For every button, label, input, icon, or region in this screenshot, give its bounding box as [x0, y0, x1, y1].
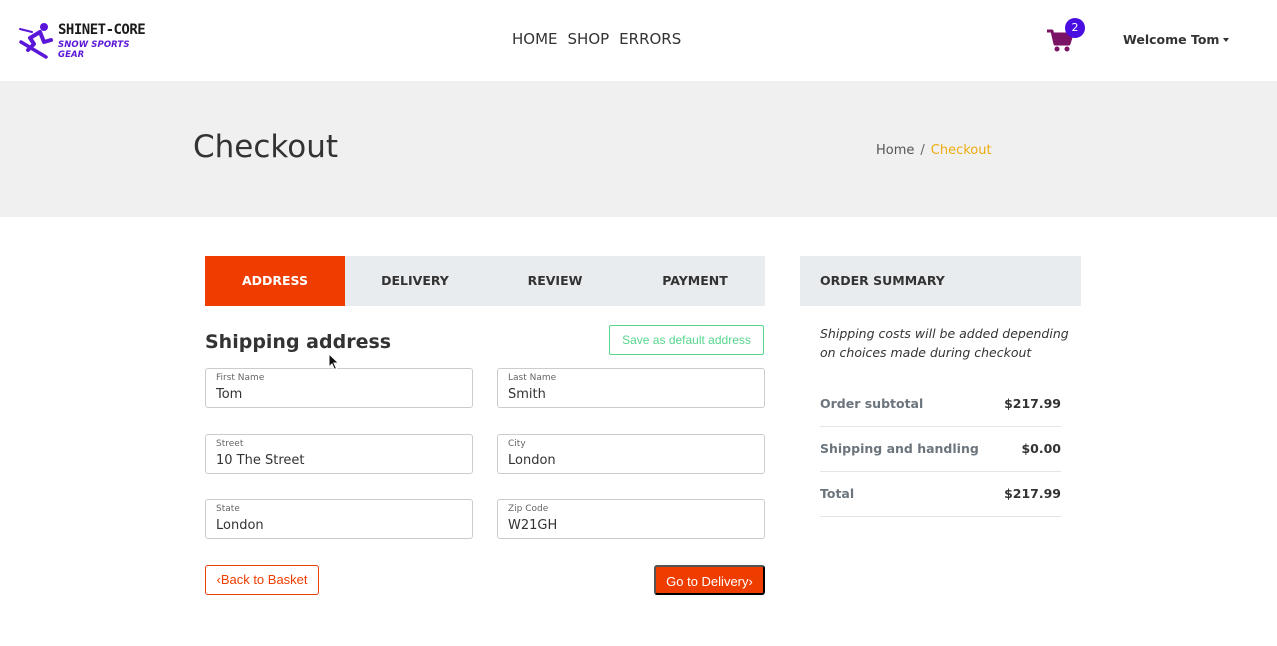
summary-value: $0.00	[1021, 441, 1061, 456]
order-summary-note: Shipping costs will be added depending o…	[820, 326, 1069, 360]
zip-code-value[interactable]: W21GH	[508, 518, 557, 533]
summary-value: $217.99	[1004, 396, 1061, 411]
summary-label: Total	[820, 486, 855, 501]
city-value[interactable]: London	[508, 453, 556, 468]
street-value[interactable]: 10 The Street	[216, 453, 305, 468]
breadcrumb-separator: /	[920, 143, 925, 158]
welcome-text: Welcome Tom	[1123, 32, 1220, 47]
step-delivery-tab[interactable]: DELIVERY	[345, 256, 485, 306]
nav-errors-link[interactable]: ERRORS	[619, 30, 681, 48]
first-name-field[interactable]: First Name Tom	[205, 368, 473, 408]
go-to-delivery-label: Go to Delivery	[666, 574, 749, 589]
order-summary-title: ORDER SUMMARY	[800, 256, 1081, 306]
breadcrumb-home-link[interactable]: Home	[876, 143, 914, 158]
summary-label: Shipping and handling	[820, 441, 979, 456]
city-label: City	[508, 439, 526, 449]
skier-icon	[19, 23, 53, 59]
breadcrumb: Home / Checkout	[876, 143, 992, 158]
nav-shop-link[interactable]: SHOP	[568, 30, 610, 48]
summary-label: Order subtotal	[820, 396, 924, 411]
shipping-address-title: Shipping address	[205, 331, 392, 353]
first-name-label: First Name	[216, 373, 265, 383]
last-name-field[interactable]: Last Name Smith	[497, 368, 765, 408]
step-address-tab[interactable]: ADDRESS	[205, 256, 345, 306]
back-to-basket-button[interactable]: ‹Back to Basket	[205, 565, 319, 595]
user-menu-toggle[interactable]: Welcome Tom	[1123, 32, 1230, 47]
zip-code-label: Zip Code	[508, 504, 549, 514]
breadcrumb-current: Checkout	[930, 143, 992, 158]
checkout-steps: ADDRESS DELIVERY REVIEW PAYMENT	[205, 256, 765, 306]
chevron-right-icon: ›	[748, 574, 753, 589]
cart-count-badge[interactable]: 2	[1065, 18, 1085, 38]
last-name-label: Last Name	[508, 373, 557, 383]
caret-down-icon	[1223, 38, 1230, 42]
street-label: Street	[216, 439, 244, 449]
nav-home-link[interactable]: HOME	[512, 30, 558, 48]
zip-code-field[interactable]: Zip Code W21GH	[497, 499, 765, 539]
navbar: SHINET-CORE SNOW SPORTS GEAR HOME SHOP E…	[0, 0, 1277, 81]
page-title: Checkout	[193, 129, 339, 165]
summary-row-total: Total $217.99	[820, 472, 1061, 517]
save-default-address-button[interactable]: Save as default address	[609, 325, 764, 355]
last-name-value[interactable]: Smith	[508, 387, 546, 402]
brand-logo[interactable]: SHINET-CORE SNOW SPORTS GEAR	[18, 20, 158, 62]
step-payment-tab[interactable]: PAYMENT	[625, 256, 765, 306]
city-field[interactable]: City London	[497, 434, 765, 474]
mouse-cursor-icon	[328, 353, 340, 371]
brand-subtitle: SNOW SPORTS GEAR	[58, 40, 130, 60]
summary-row-shipping: Shipping and handling $0.00	[820, 427, 1061, 472]
step-review-tab[interactable]: REVIEW	[485, 256, 625, 306]
first-name-value[interactable]: Tom	[216, 387, 242, 402]
state-value[interactable]: London	[216, 518, 264, 533]
street-field[interactable]: Street 10 The Street	[205, 434, 473, 474]
page-header: Checkout Home / Checkout	[0, 81, 1277, 217]
main-nav: HOME SHOP ERRORS	[512, 30, 681, 48]
back-to-basket-label: Back to Basket	[220, 572, 308, 587]
summary-row-subtotal: Order subtotal $217.99	[820, 382, 1061, 427]
state-label: State	[216, 504, 240, 514]
go-to-delivery-button[interactable]: Go to Delivery›	[654, 565, 765, 595]
brand-title: SHINET-CORE	[58, 22, 146, 38]
state-field[interactable]: State London	[205, 499, 473, 539]
summary-value: $217.99	[1004, 486, 1061, 501]
